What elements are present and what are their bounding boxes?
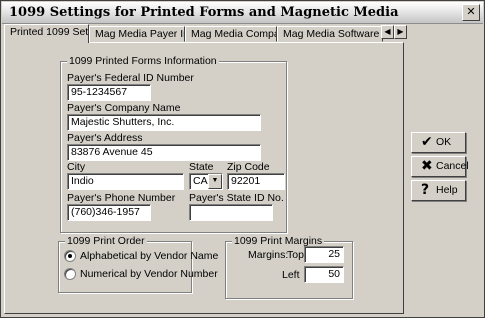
radio-alphabetical-label[interactable]: Alphabetical by Vendor Name (80, 250, 218, 262)
state-label: State (189, 161, 214, 173)
question-mark-icon: ? (421, 182, 430, 198)
tab-scroll-right-button[interactable]: ▶ (394, 25, 407, 39)
cancel-button[interactable]: ✖ Cancel (411, 156, 469, 177)
tab-mag-media-payer-info[interactable]: Mag Media Payer Info (89, 26, 185, 42)
ok-button-label: OK (436, 136, 452, 148)
close-icon: ✕ (466, 5, 476, 18)
phone-field[interactable]: (760)346-1957 (67, 204, 151, 221)
tab-mag-media-company-info[interactable]: Mag Media Company Info (185, 26, 277, 42)
zip-field[interactable]: 92201 (227, 173, 285, 190)
print-order-group: 1099 Print Order (58, 235, 192, 293)
tab-label: Mag Media Company Info (191, 28, 276, 40)
margins-label: Margins: (248, 249, 289, 261)
tab-label: Mag Media Payer Info (95, 28, 184, 40)
city-label: City (67, 161, 86, 173)
phone-label: Payer's Phone Number (67, 192, 176, 204)
group-title: 1099 Print Order (65, 235, 147, 247)
payer-federal-id-field[interactable]: 95-1234567 (67, 84, 151, 101)
payer-company-name-label: Payer's Company Name (67, 102, 181, 114)
tab-strip: Printed 1099 Settings Mag Media Payer In… (4, 24, 404, 43)
state-id-field[interactable] (189, 204, 273, 221)
state-combobox[interactable]: CA ▼ (189, 173, 223, 190)
radio-numerical-label[interactable]: Numerical by Vendor Number (80, 268, 218, 280)
left-margin-field[interactable]: 50 (304, 266, 344, 283)
radio-alphabetical[interactable] (64, 250, 76, 262)
arrow-right-icon: ▶ (397, 27, 404, 36)
tab-printed-1099-settings[interactable]: Printed 1099 Settings (4, 24, 89, 43)
arrow-left-icon: ◀ (384, 27, 391, 36)
payer-address-label: Payer's Address (67, 132, 143, 144)
close-button[interactable]: ✕ (462, 4, 480, 21)
checkmark-icon: ✔ (421, 134, 433, 150)
zip-label: Zip Code (227, 161, 270, 173)
left-margin-label: Left (282, 269, 300, 281)
settings-dialog: 1099 Settings for Printed Forms and Magn… (0, 0, 485, 318)
top-margin-field[interactable]: 25 (304, 246, 344, 263)
tab-scroll-left-button[interactable]: ◀ (381, 25, 394, 39)
tab-label: Printed 1099 Settings (10, 26, 89, 38)
payer-federal-id-label: Payer's Federal ID Number (67, 72, 194, 84)
state-value: CA (193, 175, 208, 187)
window-title: 1099 Settings for Printed Forms and Magn… (9, 5, 399, 20)
chevron-down-icon[interactable]: ▼ (208, 174, 222, 189)
x-mark-icon: ✖ (421, 158, 433, 174)
cancel-button-label: Cancel (436, 160, 469, 172)
payer-company-name-field[interactable]: Majestic Shutters, Inc. (67, 114, 261, 131)
payer-address-field[interactable]: 83876 Avenue 45 (67, 144, 261, 161)
radio-numerical[interactable] (64, 268, 76, 280)
group-title: 1099 Printed Forms Information (67, 55, 219, 67)
help-button-label: Help (436, 184, 458, 196)
tab-mag-media-software-vendor[interactable]: Mag Media Software Vend (277, 26, 383, 42)
help-button[interactable]: ? Help (411, 180, 466, 201)
ok-button[interactable]: ✔ OK (411, 132, 466, 153)
tab-label: Mag Media Software Vend (283, 28, 382, 40)
tab-panel-printed-1099-settings: 1099 Printed Forms Information Payer's F… (4, 42, 404, 314)
top-margin-label: Top (287, 249, 304, 261)
title-bar[interactable]: 1099 Settings for Printed Forms and Magn… (2, 2, 483, 24)
city-field[interactable]: Indio (67, 173, 184, 190)
state-id-label: Payer's State ID No. (189, 192, 284, 204)
